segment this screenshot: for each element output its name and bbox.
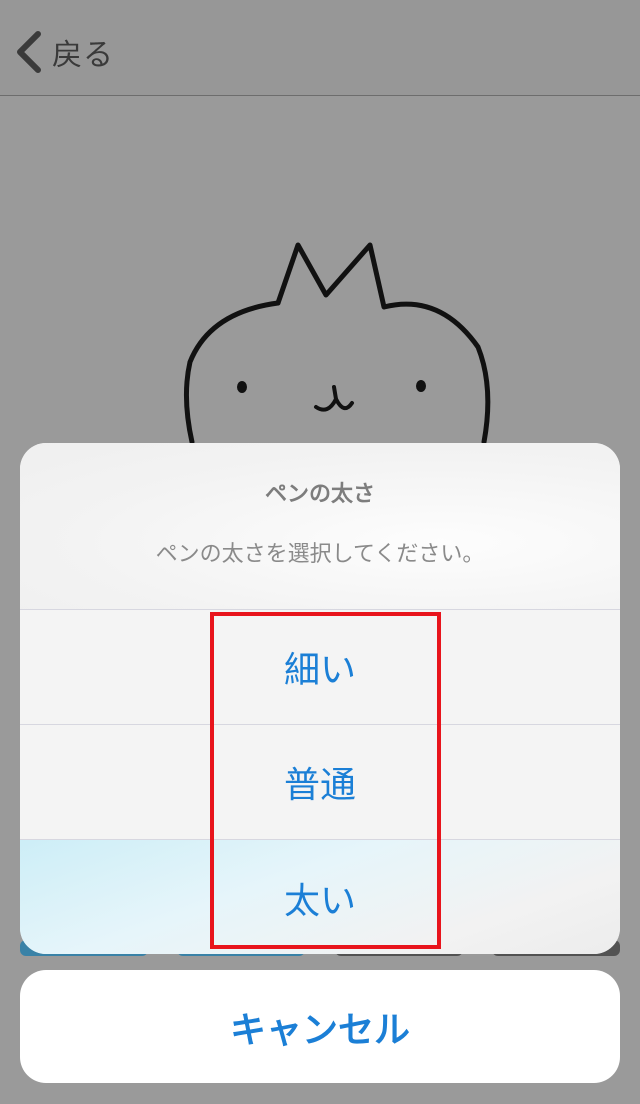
action-sheet: ペンの太さ ペンの太さを選択してください。 細い 普通 太い [20,443,620,954]
cancel-button[interactable]: キャンセル [20,970,620,1083]
back-label: 戻る [52,38,114,73]
back-button[interactable]: 戻る [14,28,114,76]
navigation-bar: 戻る [0,0,640,96]
option-thin-button[interactable]: 細い [20,610,620,725]
cat-drawing [183,242,491,445]
action-sheet-message: ペンの太さを選択してください。 [155,542,485,567]
option-normal-button[interactable]: 普通 [20,725,620,840]
action-sheet-header: ペンの太さ ペンの太さを選択してください。 [20,443,620,610]
action-sheet-title: ペンの太さ [264,482,375,507]
option-thick-button[interactable]: 太い [20,840,620,954]
chevron-left-icon [17,31,41,73]
